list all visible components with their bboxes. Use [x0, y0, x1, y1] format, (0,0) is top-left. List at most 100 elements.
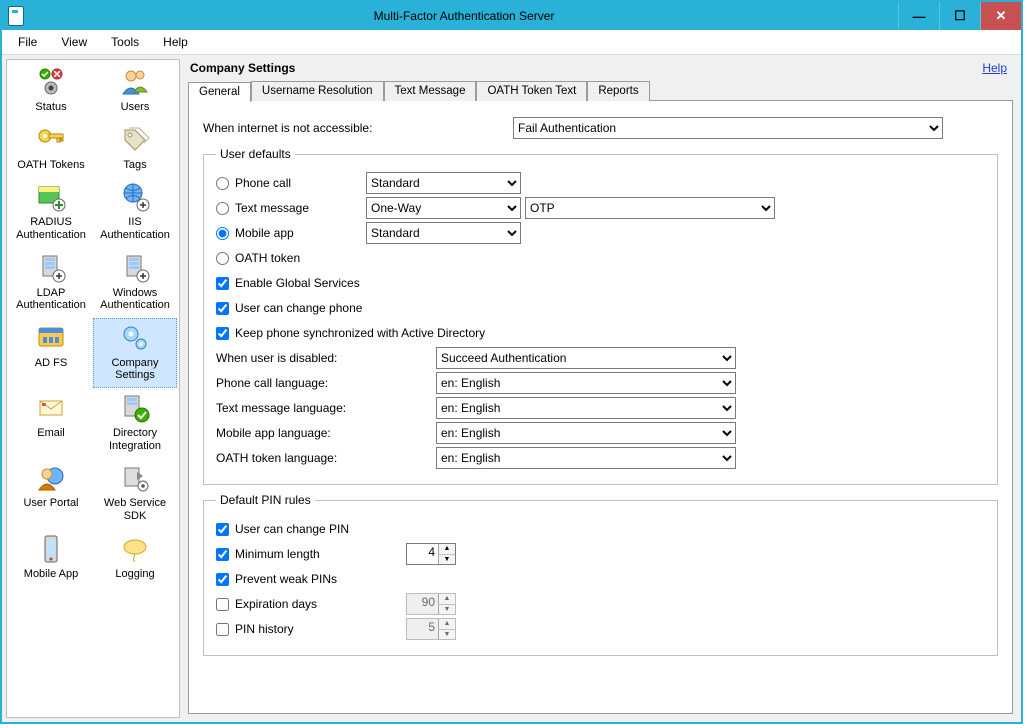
sidebar-item-users[interactable]: Users	[93, 62, 177, 120]
sidebar-item-mobile-app[interactable]: Mobile App	[9, 529, 93, 587]
text-message-mode-select[interactable]: One-Way	[366, 197, 521, 219]
spin-buttons: ▲▼	[438, 594, 455, 614]
radio-phone-call[interactable]	[216, 177, 229, 190]
phone-lang-select[interactable]: en: English	[436, 372, 736, 394]
chk-pin-history-wrap[interactable]: PIN history	[216, 622, 406, 636]
sidebar-item-oath-tokens[interactable]: OATH Tokens	[9, 120, 93, 178]
sidebar-item-user-portal[interactable]: User Portal	[9, 458, 93, 528]
chk-change-phone[interactable]	[216, 302, 229, 315]
tab-reports[interactable]: Reports	[587, 81, 649, 101]
internet-label: When internet is not accessible:	[203, 121, 513, 135]
sidebar-item-label: Email	[37, 427, 65, 440]
cloud-icon	[119, 533, 151, 565]
tags-icon	[119, 124, 151, 156]
chk-expiration[interactable]	[216, 598, 229, 611]
oath-lang-label: OATH token language:	[216, 451, 436, 465]
chk-change-phone-wrap[interactable]: User can change phone	[216, 301, 362, 315]
minimize-icon: —	[913, 9, 926, 24]
menu-tools[interactable]: Tools	[101, 32, 149, 52]
chk-global-services[interactable]	[216, 277, 229, 290]
chk-prevent-weak[interactable]	[216, 573, 229, 586]
expiration-spin: 90 ▲▼	[406, 593, 456, 615]
help-link[interactable]: Help	[982, 61, 1007, 75]
sidebar-item-company-settings[interactable]: Company Settings	[93, 318, 177, 388]
sidebar-item-web-service-sdk[interactable]: Web Service SDK	[93, 458, 177, 528]
radio-text-message[interactable]	[216, 202, 229, 215]
tab-username-resolution[interactable]: Username Resolution	[251, 81, 384, 101]
spin-buttons[interactable]: ▲▼	[438, 544, 455, 564]
chevron-up-icon[interactable]: ▲	[439, 544, 455, 555]
sidebar-item-directory-integration[interactable]: Directory Integration	[93, 388, 177, 458]
radio-oath-token[interactable]	[216, 252, 229, 265]
server-icon	[35, 252, 67, 284]
mobile-lang-select[interactable]: en: English	[436, 422, 736, 444]
tab-general[interactable]: General	[188, 82, 251, 102]
chevron-up-icon: ▲	[439, 619, 455, 630]
maximize-button[interactable]: ☐	[939, 2, 980, 30]
chk-prevent-weak-wrap[interactable]: Prevent weak PINs	[216, 572, 337, 586]
sidebar-item-label: Directory Integration	[95, 427, 175, 452]
user-disabled-select[interactable]: Succeed Authentication	[436, 347, 736, 369]
sidebar-item-windows-auth[interactable]: Windows Authentication	[93, 248, 177, 318]
radio-mobile-app-wrap[interactable]: Mobile app	[216, 226, 366, 240]
radio-oath-token-wrap[interactable]: OATH token	[216, 251, 366, 265]
mobile-lang-label: Mobile app language:	[216, 426, 436, 440]
menu-file[interactable]: File	[8, 32, 47, 52]
radio-text-message-wrap[interactable]: Text message	[216, 201, 366, 215]
user-defaults-legend: User defaults	[216, 147, 295, 161]
menu-view[interactable]: View	[51, 32, 97, 52]
sidebar-item-ldap-auth[interactable]: LDAP Authentication	[9, 248, 93, 318]
oath-lang-select[interactable]: en: English	[436, 447, 736, 469]
sidebar-item-label: RADIUS Authentication	[11, 216, 91, 241]
chk-min-length-wrap[interactable]: Minimum length	[216, 547, 406, 561]
tab-oath-token-text[interactable]: OATH Token Text	[476, 81, 587, 101]
tab-text-message[interactable]: Text Message	[384, 81, 477, 101]
close-button[interactable]: ✕	[980, 2, 1021, 30]
expiration-value: 90	[407, 594, 438, 614]
sidebar-item-label: Web Service SDK	[95, 497, 175, 522]
radius-icon	[35, 181, 67, 213]
sidebar-item-radius-auth[interactable]: RADIUS Authentication	[9, 177, 93, 247]
menu-help[interactable]: Help	[153, 32, 198, 52]
sidebar-item-label: Status	[35, 101, 66, 114]
chk-change-pin[interactable]	[216, 523, 229, 536]
chk-sync-ad-wrap[interactable]: Keep phone synchronized with Active Dire…	[216, 326, 485, 340]
sidebar: Status Users	[6, 59, 180, 718]
sidebar-item-email[interactable]: Email	[9, 388, 93, 458]
chevron-down-icon: ▼	[439, 605, 455, 615]
sidebar-grid: Status Users	[7, 60, 179, 588]
mobile-icon	[35, 533, 67, 565]
chk-pin-history[interactable]	[216, 623, 229, 636]
sidebar-item-tags[interactable]: Tags	[93, 120, 177, 178]
sidebar-item-adfs[interactable]: AD FS	[9, 318, 93, 388]
internet-select[interactable]: Fail Authentication	[513, 117, 943, 139]
page-title: Company Settings	[190, 61, 295, 75]
sidebar-item-iis-auth[interactable]: IIS Authentication	[93, 177, 177, 247]
chk-min-length[interactable]	[216, 548, 229, 561]
pin-rules-legend: Default PIN rules	[216, 493, 315, 507]
radio-phone-call-wrap[interactable]: Phone call	[216, 176, 366, 190]
users-icon	[119, 66, 151, 98]
chevron-down-icon[interactable]: ▼	[439, 555, 455, 565]
text-lang-select[interactable]: en: English	[436, 397, 736, 419]
phone-call-mode-select[interactable]: Standard	[366, 172, 521, 194]
text-message-otp-select[interactable]: OTP	[525, 197, 775, 219]
chk-expiration-wrap[interactable]: Expiration days	[216, 597, 406, 611]
sdk-icon	[119, 462, 151, 494]
mobile-app-mode-select[interactable]: Standard	[366, 222, 521, 244]
sidebar-item-status[interactable]: Status	[9, 62, 93, 120]
user-disabled-label: When user is disabled:	[216, 351, 436, 365]
minimize-button[interactable]: —	[898, 2, 939, 30]
chk-min-length-label: Minimum length	[235, 547, 320, 561]
server-icon	[119, 252, 151, 284]
status-icon	[35, 66, 67, 98]
min-length-spin[interactable]: 4 ▲▼	[406, 543, 456, 565]
radio-mobile-app[interactable]	[216, 227, 229, 240]
chk-global-services-wrap[interactable]: Enable Global Services	[216, 276, 360, 290]
chk-sync-ad-label: Keep phone synchronized with Active Dire…	[235, 326, 485, 340]
sidebar-item-logging[interactable]: Logging	[93, 529, 177, 587]
chk-change-pin-wrap[interactable]: User can change PIN	[216, 522, 349, 536]
spin-buttons: ▲▼	[438, 619, 455, 639]
chk-sync-ad[interactable]	[216, 327, 229, 340]
page-header: Company Settings Help	[184, 59, 1017, 81]
